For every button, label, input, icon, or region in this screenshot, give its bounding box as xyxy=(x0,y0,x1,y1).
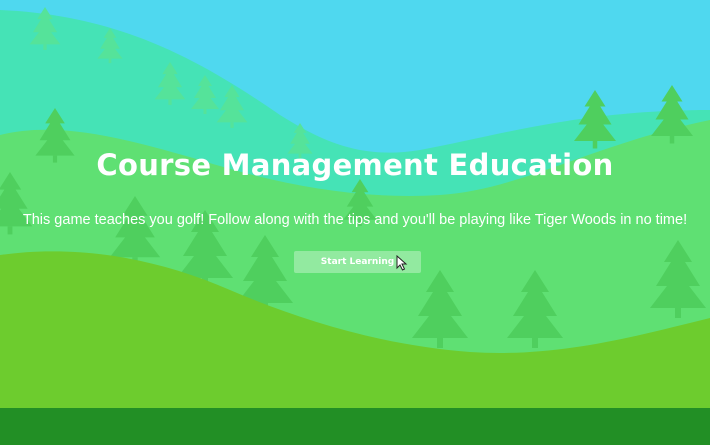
game-description: This game teaches you golf! Follow along… xyxy=(22,212,688,228)
mouse-cursor-icon xyxy=(396,255,408,271)
ground-strip xyxy=(0,408,710,445)
page-title: Course Management Education xyxy=(96,148,614,182)
